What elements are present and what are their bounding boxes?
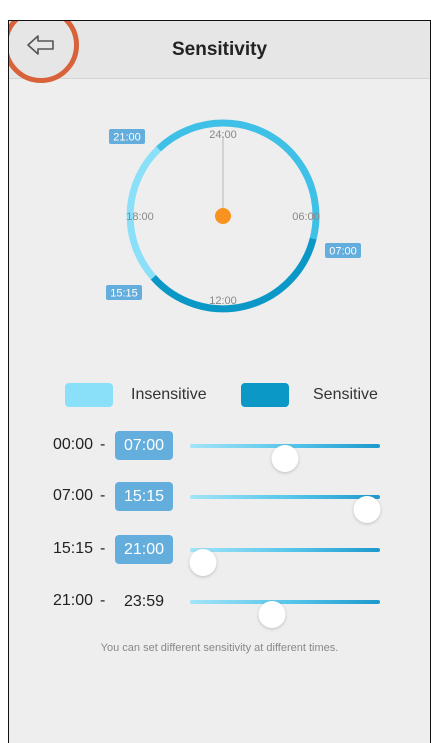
header: Sensitivity: [9, 21, 430, 83]
schedule-row: 21:00 - 23:59: [53, 587, 393, 628]
row-separator: -: [100, 540, 106, 557]
sensitivity-slider-thumb[interactable]: [271, 445, 299, 472]
page-title: Sensitivity: [171, 39, 268, 60]
insensitive-label: Insensitive: [131, 386, 207, 403]
dial-tag-1515: 15:15: [110, 288, 138, 300]
legend: Insensitive Sensitive: [65, 383, 395, 407]
sensitivity-slider-track[interactable]: [190, 444, 380, 472]
dial-tag-2100: 21:00: [113, 132, 141, 144]
sensitivity-dial: 24:00 06:00 12:00 18:00 21:00 07:00 15:1…: [106, 119, 361, 313]
schedule-row: 07:00 - 15:15: [53, 482, 393, 523]
row-separator: -: [100, 592, 106, 609]
sensitivity-slider-track[interactable]: [190, 495, 381, 523]
schedule-row: 15:15 - 21:00: [53, 535, 393, 576]
sensitivity-slider-thumb[interactable]: [353, 496, 381, 523]
dial-label-top: 24:00: [209, 129, 237, 141]
row-start-time: 00:00: [53, 436, 94, 453]
row-end-time-button[interactable]: 07:00: [115, 431, 173, 460]
insensitive-swatch: [65, 383, 113, 407]
dial-tag-0700: 07:00: [329, 246, 357, 258]
row-start-time: 15:15: [53, 540, 94, 557]
schedule-row: 00:00 - 07:00: [53, 431, 393, 472]
row-start-time: 21:00: [53, 592, 94, 609]
sensitive-swatch: [241, 383, 289, 407]
row-start-time: 07:00: [53, 487, 94, 504]
hint-text: You can set different sensitivity at dif…: [100, 642, 339, 654]
dial-label-bottom: 12:00: [209, 295, 237, 307]
sensitivity-slider-track[interactable]: [189, 548, 380, 576]
dial-label-right: 06:00: [292, 211, 320, 223]
sensitivity-slider-track[interactable]: [190, 600, 380, 628]
dial-center-dot: [215, 208, 231, 224]
sensitive-label: Sensitive: [313, 386, 378, 403]
row-end-time: 23:59: [123, 593, 165, 610]
sensitivity-slider-thumb[interactable]: [189, 549, 217, 576]
app-screen: Sensitivity 24:00 06:00 12:00 18:00 21:0…: [8, 20, 431, 743]
row-end-time-button[interactable]: 21:00: [115, 535, 173, 564]
sensitivity-slider-thumb[interactable]: [258, 601, 286, 628]
dial-label-left: 18:00: [126, 211, 154, 223]
row-end-time-button[interactable]: 15:15: [115, 482, 173, 511]
row-separator: -: [100, 436, 106, 453]
row-separator: -: [100, 487, 106, 504]
